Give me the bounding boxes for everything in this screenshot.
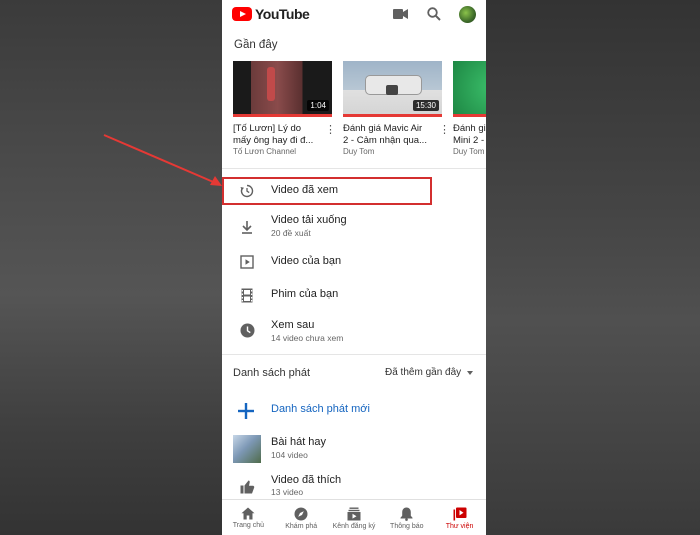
row-label: Video đã thích <box>271 474 342 486</box>
library-item-movies[interactable]: Phim của bạn <box>222 281 486 311</box>
divider <box>222 168 486 169</box>
recent-thumbnails: 1:04 [Tố Lươn] Lý do mấy ông hay đi đ...… <box>233 61 486 161</box>
recent-section-title: Gần đây <box>234 39 278 51</box>
nav-notifications[interactable]: Thông báo <box>380 500 433 535</box>
nav-label: Trang chủ <box>232 522 265 529</box>
more-vert-icon[interactable]: ⋮ <box>325 123 336 136</box>
nav-label: Thông báo <box>390 522 424 530</box>
thumbnail-image: 15:30 <box>343 61 442 114</box>
bell-icon <box>400 507 413 521</box>
annotation-arrow <box>103 134 222 186</box>
playlist-item[interactable]: Video đã thích 13 video <box>222 467 486 497</box>
row-sublabel: 104 video <box>271 450 308 460</box>
youtube-logo[interactable]: YouTube <box>232 6 310 22</box>
phone-screen: YouTube Gần đây 1:04 [Tố Lươn] Lý do mấy… <box>222 0 486 535</box>
row-label: Video tải xuống <box>271 214 347 226</box>
recent-video-3[interactable] <box>453 61 486 117</box>
thumb-up-icon <box>239 479 255 495</box>
library-item-downloads[interactable]: Video tải xuống 20 đề xuất <box>222 211 486 241</box>
row-label: Bài hát hay <box>271 436 327 448</box>
nav-explore[interactable]: Khám phá <box>275 500 328 535</box>
divider <box>222 354 486 355</box>
row-sublabel: 20 đề xuất <box>271 228 311 238</box>
explore-icon <box>294 507 308 520</box>
recent-video-2[interactable]: 15:30 <box>343 61 442 117</box>
playlist-sort-dropdown[interactable]: Đã thêm gần đây <box>385 367 474 378</box>
more-vert-icon[interactable]: ⋮ <box>439 123 450 136</box>
nav-subscriptions[interactable]: Kênh đăng ký <box>328 500 381 535</box>
nav-library[interactable]: Thư viện <box>433 500 486 535</box>
playlist-thumbnail <box>233 435 261 463</box>
row-label: Xem sau <box>271 319 315 331</box>
video-title: [Tố Lươn] Lý do mấy ông hay đi đ... <box>233 123 314 146</box>
duration-badge: 15:30 <box>412 100 439 111</box>
channel-name: Duy Tom <box>343 147 375 156</box>
nav-home[interactable]: Trang chủ <box>222 500 275 535</box>
sort-label: Đã thêm gần đây <box>385 367 462 378</box>
library-item-watch-later[interactable]: Xem sau 14 video chưa xem <box>222 316 486 346</box>
clock-icon <box>239 322 255 338</box>
background-right <box>486 0 700 535</box>
thumbnail-image: 1:04 <box>233 61 332 114</box>
play-box-icon <box>239 254 255 270</box>
library-item-your-videos[interactable]: Video của bạn <box>222 248 486 278</box>
row-sublabel: 13 video <box>271 487 304 497</box>
row-sublabel: 14 video chưa xem <box>271 333 344 343</box>
row-label: Video của bạn <box>271 255 342 267</box>
subscriptions-icon <box>347 507 361 520</box>
thumbnail-image <box>453 61 486 114</box>
plus-icon <box>237 402 255 420</box>
highlight-box <box>222 177 432 205</box>
bottom-navigation: Trang chủ Khám phá Kênh đăng ký Thông bá… <box>222 499 486 535</box>
duration-badge: 1:04 <box>307 100 329 111</box>
nav-label: Thư viện <box>445 522 474 530</box>
cast-video-icon[interactable] <box>391 5 409 23</box>
nav-label: Khám phá <box>285 522 318 530</box>
youtube-play-icon <box>232 7 252 21</box>
download-icon <box>239 219 255 235</box>
top-bar: YouTube <box>222 0 486 28</box>
logo-text: YouTube <box>255 6 310 22</box>
nav-label: Kênh đăng ký <box>332 522 376 530</box>
watched-progress <box>233 114 332 117</box>
channel-name: Duy Tom <box>453 147 485 156</box>
account-avatar[interactable] <box>459 5 476 23</box>
watched-progress <box>453 114 486 117</box>
search-icon[interactable] <box>425 5 443 23</box>
background-left <box>0 0 222 535</box>
library-icon <box>453 507 467 520</box>
video-title: Đánh giá Mavic Air 2 - Cảm nhận qua... <box>343 123 427 146</box>
row-label: Phim của bạn <box>271 288 339 300</box>
home-icon <box>241 507 255 520</box>
caret-down-icon <box>467 370 474 375</box>
watched-progress <box>343 114 442 117</box>
channel-name: Tố Lươn Channel <box>233 147 297 156</box>
new-playlist-label: Danh sách phát mới <box>271 403 370 415</box>
video-title: Đánh giá Mini 2 - <box>453 123 486 146</box>
playlist-item[interactable]: Bài hát hay 104 video <box>222 433 486 463</box>
recent-video-1[interactable]: 1:04 <box>233 61 332 117</box>
film-icon <box>239 287 255 303</box>
playlists-section-title: Danh sách phát <box>233 367 311 379</box>
